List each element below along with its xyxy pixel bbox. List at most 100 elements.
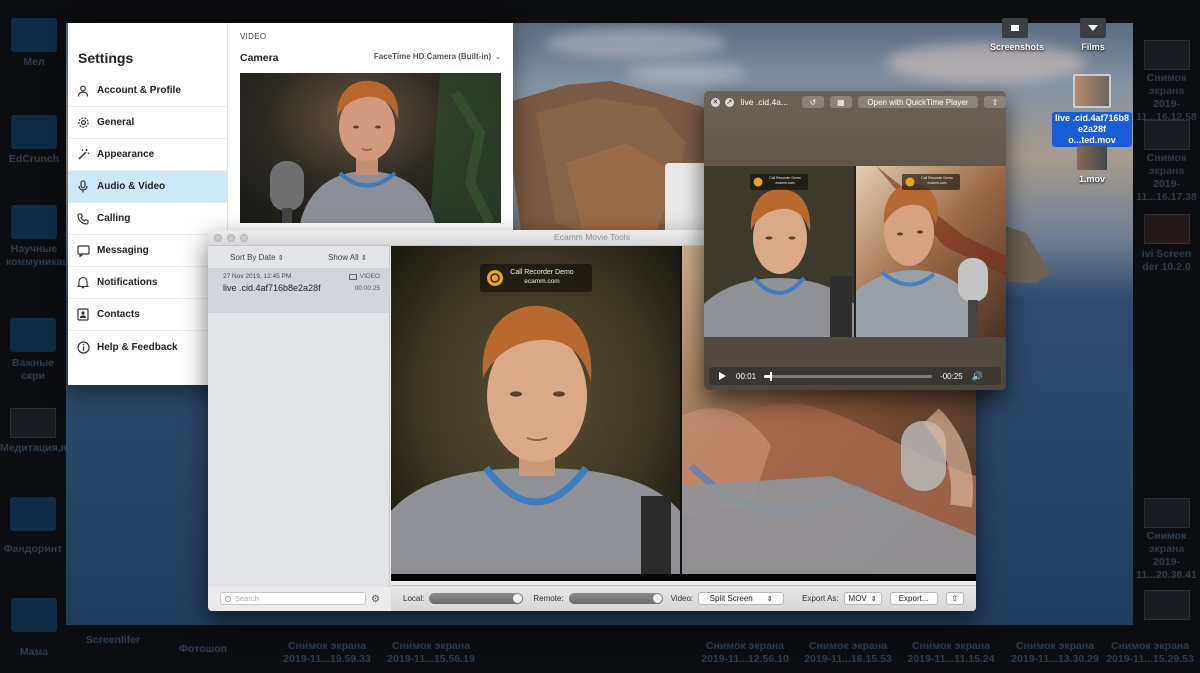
settings-item-label: Help & Feedback [97, 341, 178, 353]
search-input[interactable]: Search [220, 592, 366, 605]
outer-desktop-icon: Фотошоп [178, 643, 228, 655]
sort-select[interactable]: Sort By Date ⇕ [230, 253, 283, 262]
slider-knob[interactable] [652, 594, 662, 603]
settings-item-label: General [97, 117, 135, 128]
time-remaining: -00:25 [940, 371, 963, 381]
outer-desktop-icon: Снимок экрана 2019-11...13.30.29 [1011, 640, 1099, 665]
video-mode-select[interactable]: Split Screen ⇕ [698, 592, 785, 605]
ecamm-logo-icon [487, 270, 503, 286]
contact-card-icon [76, 308, 90, 322]
chat-icon [76, 244, 90, 258]
local-label: Local: [403, 594, 425, 603]
open-quicktime-button[interactable]: Open with QuickTime Player [857, 96, 979, 108]
outer-desktop-icon: Снимок экрана 2019-11...19.59.33 [283, 640, 371, 665]
settings-item-general[interactable]: General [68, 107, 227, 139]
time-elapsed: 00:01 [736, 371, 757, 381]
outer-desktop-icon: Научные коммуникац [6, 205, 69, 269]
export-format-select[interactable]: MOV ⇕ [843, 592, 882, 605]
share-icon[interactable]: ⇧ [945, 592, 964, 605]
outer-desktop-icon: Фандоринт [0, 497, 66, 556]
screen: Мел EdCrunch Научные коммуникац Важные с… [0, 0, 1200, 673]
settings-item-label: Notifications [97, 277, 158, 288]
person-icon [76, 84, 90, 98]
rotate-icon[interactable]: ↺ [802, 96, 824, 108]
section-header: VIDEO [240, 32, 267, 41]
chevron-down-icon: ⌄ [495, 53, 501, 61]
playback-controls: 00:01 -00:25 🔊 [709, 367, 1001, 385]
volume-icon[interactable]: 🔊 [972, 371, 983, 382]
scrub-bar[interactable] [764, 371, 933, 381]
settings-item-messaging[interactable]: Messaging [68, 235, 227, 267]
outer-desktop-icon: Снимок экрана 2019-11...11.15.24 [907, 640, 995, 665]
desktop-file[interactable]: 1.mov [1067, 146, 1117, 184]
share-icon[interactable]: ⇧ [984, 96, 1006, 108]
list-item[interactable]: 27 Nov 2019, 12:45 PM live .cid.4af716b8… [208, 268, 389, 313]
outer-desktop-icon: Снимок экрана 2019-11...15.29.53 [1106, 640, 1194, 665]
folder-films[interactable]: Films [1068, 18, 1118, 52]
camera-preview [240, 73, 501, 223]
settings-item-label: Messaging [97, 245, 149, 256]
list-header: Sort By Date ⇕ Show All ⇕ [208, 246, 389, 268]
outer-desktop-icon: Мама [8, 598, 60, 659]
outer-desktop-icon: Снимок экрана 2019-11...12.56.10 [701, 640, 789, 665]
outer-desktop-icon: Снимок экрана 2019-11...20.38.41 [1133, 498, 1200, 582]
stepper-icon: ⇕ [277, 254, 284, 262]
settings-item-label: Contacts [97, 309, 140, 320]
settings-item-label: Calling [97, 213, 131, 224]
bell-icon [76, 276, 90, 290]
quicktime-titlebar: ✕ ↗ live .cid.4a... ↺ ▦ Open with QuickT… [704, 91, 1006, 113]
settings-item-notifications[interactable]: Notifications [68, 267, 227, 299]
settings-sidebar: Settings Account & Profile General Appea… [68, 23, 228, 385]
camera-select[interactable]: FaceTime HD Camera (Built-in) ⌄ [374, 52, 501, 61]
settings-item-account[interactable]: Account & Profile [68, 75, 227, 107]
gear-icon[interactable]: ⚙ [371, 594, 380, 605]
stepper-icon: ⇕ [870, 595, 877, 603]
trim-icon[interactable]: ▦ [829, 96, 852, 108]
camera-label: Camera [240, 52, 279, 64]
microphone-icon [76, 180, 90, 194]
recordings-sidebar: Sort By Date ⇕ Show All ⇕ 27 Nov 2019, 1… [208, 246, 390, 605]
background-window [665, 163, 705, 233]
local-volume-slider[interactable] [429, 593, 524, 604]
quicktime-title: live .cid.4a... [740, 97, 789, 107]
recording-duration: 00:00:25 [354, 285, 380, 292]
settings-item-audio-video[interactable]: Audio & Video [68, 171, 227, 203]
outer-desktop-icon [1133, 590, 1200, 624]
quicktime-video[interactable]: Call Recorder Demo ecamm.com Call Recorde… [704, 166, 1006, 337]
playhead[interactable] [769, 371, 772, 381]
slider-knob[interactable] [513, 594, 523, 603]
info-icon [76, 340, 90, 354]
settings-item-label: Appearance [97, 149, 155, 160]
folder-screenshots[interactable]: Screenshots [990, 18, 1044, 52]
outer-desktop-icon: Медитация,mp [0, 408, 76, 455]
close-icon[interactable]: ✕ [711, 97, 720, 107]
outer-desktop-icon: Снимок экрана 2019-11...15.56.19 [387, 640, 475, 665]
phone-icon [76, 212, 90, 226]
play-icon[interactable] [719, 372, 726, 380]
settings-item-help[interactable]: Help & Feedback [68, 331, 227, 363]
settings-item-calling[interactable]: Calling [68, 203, 227, 235]
expand-icon[interactable]: ↗ [724, 97, 734, 107]
remote-label: Remote: [533, 594, 564, 603]
settings-title: Settings [78, 50, 134, 66]
search-icon [225, 595, 231, 602]
outer-desktop-icon: Screenlifer [85, 634, 141, 646]
outer-desktop-icon: Важные скри [0, 318, 66, 383]
filter-select[interactable]: Show All ⇕ [328, 253, 367, 262]
settings-item-appearance[interactable]: Appearance [68, 139, 227, 171]
settings-item-contacts[interactable]: Contacts [68, 299, 227, 331]
desktop-file-selected[interactable]: live .cid.4af716b8 e2a28f o...ted.mov [1052, 74, 1132, 147]
outer-desktop-icon: Мел [8, 18, 60, 69]
export-button[interactable]: Export... [889, 592, 938, 605]
watermark-text: Call Recorder Demo ecamm.com [921, 176, 953, 185]
video-label: Video: [670, 594, 694, 603]
stepper-icon: ⇕ [360, 254, 367, 262]
recording-name: live .cid.4af716b8e2a28f [223, 283, 321, 293]
outer-desktop-icon: Снимок экрана 2019-11...16.12.58 [1133, 40, 1200, 124]
watermark-text: Call Recorder Demo ecamm.com [510, 269, 574, 285]
watermark-text: Call Recorder Demo ecamm.com [769, 176, 801, 185]
recording-type: VIDEO [348, 273, 380, 280]
outer-desktop-icon: ivi Screen der 10.2.0 [1133, 214, 1200, 274]
export-as-label: Export As: [802, 594, 839, 603]
remote-volume-slider[interactable] [568, 593, 663, 604]
